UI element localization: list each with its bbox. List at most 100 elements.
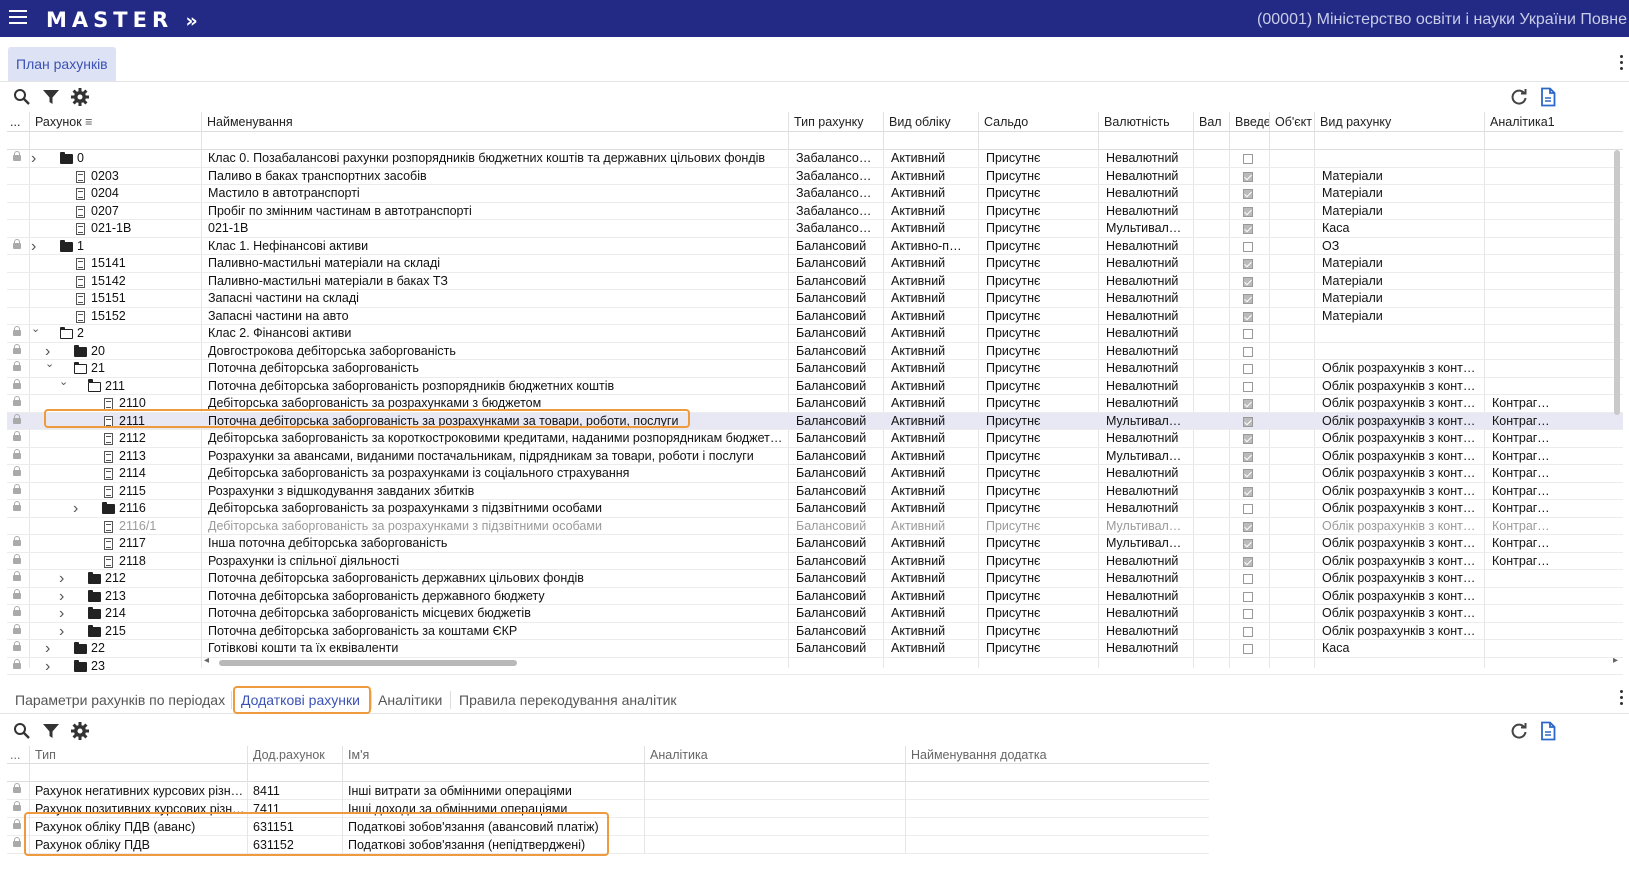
- table-row[interactable]: 2118 Розрахунки із спільної діяльності Бал…: [7, 553, 1623, 570]
- refresh-icon[interactable]: [1509, 87, 1529, 107]
- entered-checkbox[interactable]: [1243, 486, 1253, 497]
- table-row[interactable]: › 20 Довгострокова дебіторська заборговані…: [7, 343, 1623, 360]
- sort-icon[interactable]: ≡: [82, 115, 92, 129]
- col-analytics-header[interactable]: Аналітика: [644, 746, 905, 764]
- entered-checkbox[interactable]: [1243, 329, 1253, 339]
- col-kind-filter[interactable]: [883, 132, 978, 150]
- col-name-header[interactable]: Найменування: [201, 112, 788, 132]
- entered-checkbox[interactable]: [1243, 241, 1253, 252]
- entered-checkbox[interactable]: [1243, 539, 1253, 549]
- entered-checkbox[interactable]: [1243, 224, 1253, 234]
- entered-checkbox[interactable]: [1243, 574, 1253, 584]
- entered-checkbox[interactable]: [1243, 556, 1253, 567]
- table-row[interactable]: 2116/1 Дебіторська заборгованість за розр…: [7, 518, 1623, 535]
- table-row[interactable]: 0204 Мастило в автотранспорті Забалансо… Ак…: [7, 185, 1623, 203]
- col-account-kind-filter[interactable]: [1314, 132, 1484, 150]
- col-type-filter[interactable]: [29, 764, 247, 782]
- chevron-right-icon[interactable]: ›: [73, 500, 78, 518]
- col-account-filter[interactable]: [29, 132, 201, 150]
- table-row[interactable]: › 212 Поточна дебіторська заборгованість д…: [7, 570, 1623, 588]
- table-row[interactable]: 2112 Дебіторська заборгованість за коротк…: [7, 430, 1623, 448]
- col-analytics1-header[interactable]: Аналітика1: [1484, 112, 1554, 132]
- col-object-filter[interactable]: [1269, 132, 1314, 150]
- entered-checkbox[interactable]: [1243, 451, 1253, 462]
- new-document-icon[interactable]: [1538, 87, 1558, 107]
- entered-checkbox[interactable]: [1243, 521, 1253, 532]
- grid-filter-row[interactable]: [7, 132, 1623, 150]
- col-add-account-filter[interactable]: [247, 764, 342, 782]
- menu-icon[interactable]: [9, 10, 27, 26]
- scroll-thumb[interactable]: [219, 660, 517, 666]
- entered-checkbox[interactable]: [1243, 434, 1253, 444]
- col-more-filter[interactable]: [7, 132, 29, 150]
- table-row[interactable]: › 213 Поточна дебіторська заборгованість д…: [7, 588, 1623, 606]
- table-row[interactable]: › 1 Клас 1. Нефінансові активи Балансовий Ак…: [7, 238, 1623, 256]
- table-row[interactable]: 2114 Дебіторська заборгованість за розрах…: [7, 465, 1623, 483]
- col-analytics-filter[interactable]: [644, 764, 905, 782]
- entered-checkbox[interactable]: [1243, 189, 1253, 199]
- chevron-down-icon[interactable]: ⌄: [59, 374, 68, 392]
- horizontal-scrollbar[interactable]: ◂ ▸: [199, 655, 1621, 669]
- entered-checkbox[interactable]: [1243, 609, 1253, 619]
- entered-checkbox[interactable]: [1243, 416, 1253, 427]
- entered-checkbox[interactable]: [1243, 311, 1253, 322]
- entered-checkbox[interactable]: [1243, 469, 1253, 479]
- scroll-left-icon[interactable]: ◂: [204, 655, 209, 666]
- col-more-header[interactable]: ...: [7, 746, 29, 764]
- table-row[interactable]: › 0 Клас 0. Позабалансові рахунки розпоряд…: [7, 150, 1623, 168]
- scroll-right-icon[interactable]: ▸: [1613, 655, 1618, 666]
- more-icon[interactable]: [1620, 55, 1624, 73]
- table-row[interactable]: 2113 Розрахунки за авансами, виданими пос…: [7, 448, 1623, 465]
- chevron-right-icon[interactable]: ›: [31, 238, 36, 256]
- filter-icon[interactable]: [41, 721, 61, 741]
- chevron-right-icon[interactable]: ›: [45, 640, 50, 658]
- tab-chart-of-accounts[interactable]: План рахунків: [8, 47, 116, 81]
- col-more-filter[interactable]: [7, 764, 29, 782]
- gear-icon[interactable]: [70, 721, 90, 741]
- table-row[interactable]: 0207 Пробіг по змінним частинам в автотра…: [7, 203, 1623, 220]
- entered-checkbox[interactable]: [1243, 626, 1253, 637]
- chevron-right-icon[interactable]: ›: [59, 623, 64, 641]
- app-logo[interactable]: MASTER »: [46, 8, 198, 32]
- table-row[interactable]: › 214 Поточна дебіторська заборгованість м…: [7, 605, 1623, 623]
- entered-checkbox[interactable]: [1243, 381, 1253, 392]
- search-icon[interactable]: [12, 87, 32, 107]
- col-kind-header[interactable]: Вид обліку: [883, 112, 978, 132]
- entered-checkbox[interactable]: [1243, 276, 1253, 287]
- chevron-right-icon[interactable]: ›: [31, 150, 36, 168]
- chevron-right-icon[interactable]: ›: [59, 605, 64, 623]
- col-type-header[interactable]: Тип: [29, 746, 247, 764]
- col-attachment-name-header[interactable]: Найменування додатка: [905, 746, 1209, 764]
- col-add-account-header[interactable]: Дод.рахунок: [247, 746, 342, 764]
- chevron-right-icon[interactable]: ›: [59, 588, 64, 606]
- col-type-filter[interactable]: [788, 132, 883, 150]
- chevron-down-icon[interactable]: ⌄: [31, 321, 40, 339]
- filter-icon[interactable]: [41, 87, 61, 107]
- col-cur-filter[interactable]: [1193, 132, 1229, 150]
- col-type-header[interactable]: Тип рахунку: [788, 112, 883, 132]
- col-cur-header[interactable]: Вал: [1193, 112, 1229, 132]
- table-row[interactable]: 021-1В 021-1В Забалансо… Активний Присутнє Му…: [7, 220, 1623, 238]
- col-name-filter[interactable]: [342, 764, 644, 782]
- col-saldo-header[interactable]: Сальдо: [978, 112, 1098, 132]
- entered-checkbox[interactable]: [1243, 346, 1253, 357]
- col-entered-filter[interactable]: [1229, 132, 1269, 150]
- tab-analytics[interactable]: Аналітики: [378, 688, 442, 712]
- col-object-header[interactable]: Об'єкт: [1269, 112, 1314, 132]
- table-row[interactable]: › 22 Готівкові кошти та їх еквіваленти Бала…: [7, 640, 1623, 658]
- table-row[interactable]: › 215 Поточна дебіторська заборгованість з…: [7, 623, 1623, 641]
- col-currency-header[interactable]: Валютність: [1098, 112, 1193, 132]
- entered-checkbox[interactable]: [1243, 259, 1253, 269]
- chevron-right-icon[interactable]: ›: [45, 658, 50, 676]
- table-row[interactable]: ⌄ 211 Поточна дебіторська заборгованість р…: [7, 376, 1623, 395]
- col-name-filter[interactable]: [201, 132, 788, 150]
- table-row[interactable]: 2117 Інша поточна дебіторська заборговані…: [7, 535, 1623, 553]
- entered-checkbox[interactable]: [1243, 399, 1253, 409]
- more-icon[interactable]: [1620, 690, 1624, 708]
- detail-grid-filter-row[interactable]: [7, 764, 1209, 782]
- search-icon[interactable]: [12, 721, 32, 741]
- table-row[interactable]: 15142 Паливно-мастильні матеріали в баках…: [7, 273, 1623, 290]
- col-saldo-filter[interactable]: [978, 132, 1098, 150]
- table-row[interactable]: › 2116 Дебіторська заборгованість за розра…: [7, 500, 1623, 518]
- col-account-kind-header[interactable]: Вид рахунку: [1314, 112, 1484, 132]
